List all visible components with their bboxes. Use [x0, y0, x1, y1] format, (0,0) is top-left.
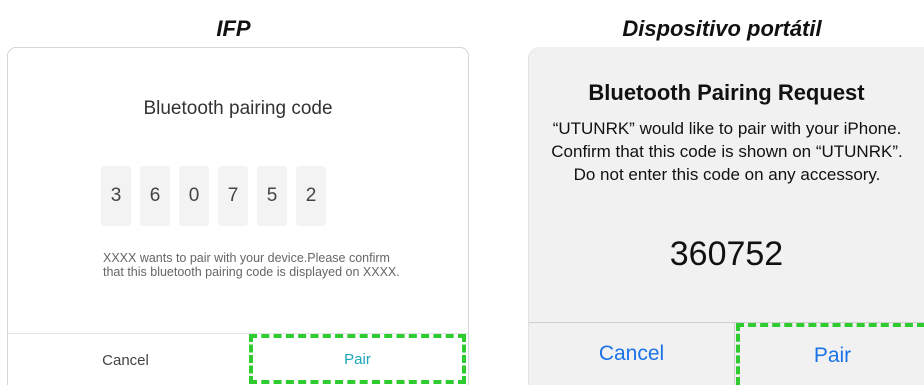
code-digit: 6 [140, 166, 170, 226]
ifp-heading: IFP [216, 16, 251, 41]
ifp-pair-button[interactable]: Pair [249, 334, 466, 384]
code-digit: 5 [257, 166, 287, 226]
ios-pair-button[interactable]: Pair [736, 323, 924, 385]
code-digit: 2 [296, 166, 326, 226]
ios-pairing-code: 360752 [669, 235, 784, 273]
code-digit: 7 [218, 166, 248, 226]
ifp-dialog-description: XXXX wants to pair with your device.Plea… [103, 251, 400, 279]
pairing-code-row: 3 6 0 7 5 2 [101, 166, 326, 226]
ifp-cancel-button[interactable]: Cancel [8, 334, 243, 386]
code-digit: 0 [179, 166, 209, 226]
ios-cancel-button[interactable]: Cancel [529, 323, 734, 385]
ios-dialog-message: “UTUNRK” would like to pair with your iP… [551, 119, 903, 184]
code-digit: 3 [101, 166, 131, 226]
button-separator [734, 323, 735, 385]
ios-dialog-title: Bluetooth Pairing Request [588, 80, 865, 105]
ifp-dialog-title: Bluetooth pairing code [143, 98, 333, 119]
ifp-pairing-dialog: Bluetooth pairing code 3 6 0 7 5 2 XXXX … [7, 47, 469, 385]
handheld-heading: Dispositivo portátil [622, 16, 822, 41]
ios-pairing-dialog: Bluetooth Pairing Request “UTUNRK” would… [528, 47, 924, 385]
